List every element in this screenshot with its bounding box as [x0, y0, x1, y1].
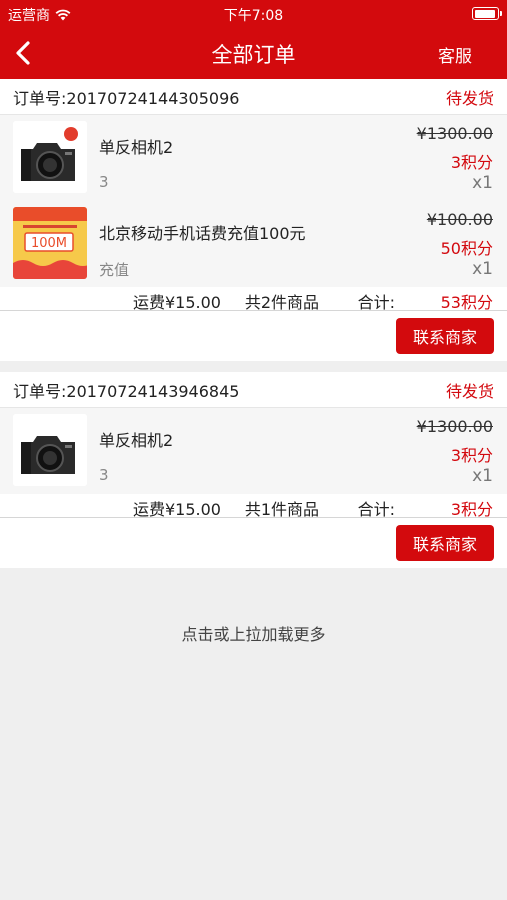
item-spec: 3 [99, 466, 109, 484]
load-more-link[interactable]: 点击或上拉加载更多 [0, 621, 507, 645]
item-spec: 充值 [99, 261, 130, 279]
customer-service-button[interactable]: 客服 [438, 42, 472, 67]
item-name: 单反相机2 [99, 431, 174, 450]
battery-icon [472, 7, 502, 20]
order-number: 订单号:20170724144305096 [13, 88, 240, 108]
order-card: 订单号:20170724143946845 待发货 单反相机2 3 ¥1300.… [0, 372, 507, 568]
recharge-thumbnail: 100M [13, 207, 87, 279]
order-freight: 运费¥15.00 [133, 500, 221, 519]
order-item[interactable]: 单反相机2 3 ¥1300.00 3积分 x1 [0, 115, 507, 201]
item-points: 50积分 [440, 239, 493, 258]
order-status: 待发货 [445, 88, 494, 108]
order-item-count: 共2件商品 [244, 293, 319, 312]
status-time: 下午7:08 [223, 8, 284, 24]
item-original-price: ¥100.00 [426, 210, 493, 229]
item-original-price: ¥1300.00 [416, 417, 493, 436]
order-number: 订单号:20170724143946845 [13, 381, 240, 401]
page-title: 全部订单 [211, 43, 296, 67]
order-header: 订单号:20170724143946845 待发货 [0, 372, 507, 408]
item-quantity: x1 [472, 173, 493, 193]
order-item[interactable]: 100M 北京移动手机话费充值100元 充值 ¥100.00 50积分 x1 [0, 201, 507, 287]
order-total: 3积分 [450, 500, 493, 519]
contact-merchant-button[interactable]: 联系商家 [396, 525, 494, 561]
item-name: 单反相机2 [99, 138, 174, 157]
contact-merchant-button[interactable]: 联系商家 [396, 318, 494, 354]
order-item-count: 共1件商品 [244, 500, 319, 519]
order-actions: 联系商家 [0, 311, 507, 361]
recharge-thumbnail-text: 100M [31, 236, 67, 251]
item-spec: 3 [99, 173, 109, 191]
order-item[interactable]: 单反相机2 3 ¥1300.00 3积分 x1 [0, 408, 507, 494]
order-card: 订单号:20170724144305096 待发货 单反相机2 3 ¥1300.… [0, 79, 507, 361]
order-summary: 运费¥15.00 共2件商品 合计: 53积分 [0, 287, 507, 312]
item-points: 3积分 [450, 153, 493, 172]
item-quantity: x1 [472, 466, 493, 486]
order-total-label: 合计: [357, 293, 395, 312]
order-header: 订单号:20170724144305096 待发货 [0, 79, 507, 115]
order-total: 53积分 [440, 293, 493, 312]
item-quantity: x1 [472, 259, 493, 279]
order-freight: 运费¥15.00 [133, 293, 221, 312]
nav-bar: 全部订单 客服 [0, 28, 507, 79]
order-total-label: 合计: [357, 500, 395, 519]
camera-thumbnail [13, 121, 87, 193]
item-original-price: ¥1300.00 [416, 124, 493, 143]
item-points: 3积分 [450, 446, 493, 465]
status-bar: 运营商 下午7:08 [0, 0, 507, 28]
camera-thumbnail [13, 414, 87, 486]
order-status: 待发货 [445, 381, 494, 401]
item-name: 北京移动手机话费充值100元 [99, 224, 306, 243]
order-summary: 运费¥15.00 共1件商品 合计: 3积分 [0, 494, 507, 519]
order-actions: 联系商家 [0, 518, 507, 568]
